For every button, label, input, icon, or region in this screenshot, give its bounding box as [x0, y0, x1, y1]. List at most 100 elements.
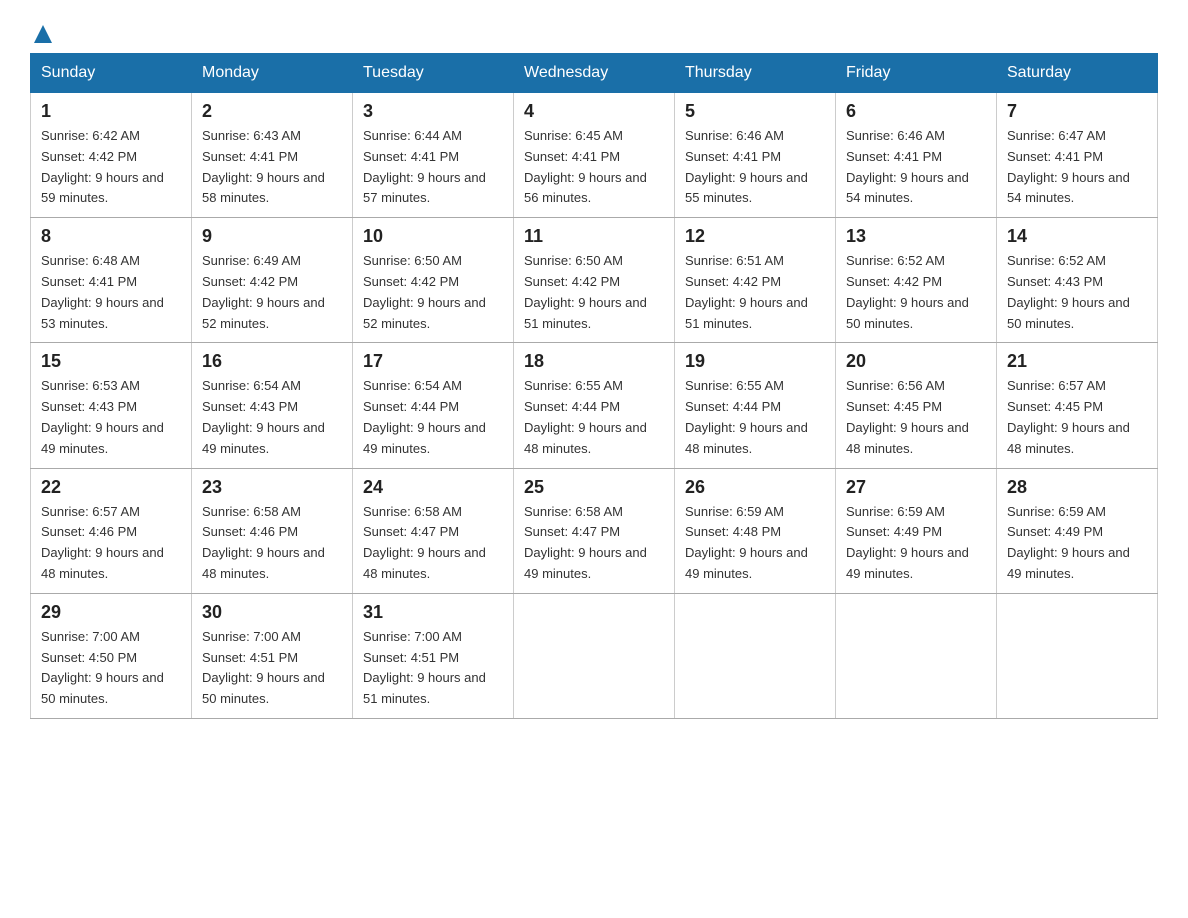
calendar-cell: 20 Sunrise: 6:56 AMSunset: 4:45 PMDayligh… — [836, 343, 997, 468]
day-number: 29 — [41, 602, 181, 623]
calendar-cell: 26 Sunrise: 6:59 AMSunset: 4:48 PMDayligh… — [675, 468, 836, 593]
calendar-cell: 14Sunrise: 6:52 AMSunset: 4:43 PMDayligh… — [997, 218, 1158, 343]
day-number: 10 — [363, 226, 503, 247]
calendar-cell: 19 Sunrise: 6:55 AMSunset: 4:44 PMDayligh… — [675, 343, 836, 468]
day-number: 9 — [202, 226, 342, 247]
calendar-cell: 11Sunrise: 6:50 AMSunset: 4:42 PMDayligh… — [514, 218, 675, 343]
day-info: Sunrise: 6:46 AMSunset: 4:41 PMDaylight:… — [846, 126, 986, 209]
calendar-cell: 6 Sunrise: 6:46 AMSunset: 4:41 PMDaylight… — [836, 93, 997, 218]
day-number: 1 — [41, 101, 181, 122]
day-number: 3 — [363, 101, 503, 122]
calendar-cell: 27 Sunrise: 6:59 AMSunset: 4:49 PMDayligh… — [836, 468, 997, 593]
calendar-cell: 21 Sunrise: 6:57 AMSunset: 4:45 PMDayligh… — [997, 343, 1158, 468]
calendar-cell: 18Sunrise: 6:55 AMSunset: 4:44 PMDayligh… — [514, 343, 675, 468]
day-info: Sunrise: 6:59 AMSunset: 4:48 PMDaylight:… — [685, 502, 825, 585]
day-number: 27 — [846, 477, 986, 498]
header-day-friday: Friday — [836, 54, 997, 93]
calendar-cell — [836, 593, 997, 718]
calendar-cell: 2 Sunrise: 6:43 AMSunset: 4:41 PMDaylight… — [192, 93, 353, 218]
day-info: Sunrise: 6:57 AMSunset: 4:45 PMDaylight:… — [1007, 376, 1147, 459]
calendar-cell: 3 Sunrise: 6:44 AMSunset: 4:41 PMDaylight… — [353, 93, 514, 218]
day-number: 31 — [363, 602, 503, 623]
day-info: Sunrise: 6:49 AMSunset: 4:42 PMDaylight:… — [202, 251, 342, 334]
day-info: Sunrise: 6:55 AMSunset: 4:44 PMDaylight:… — [685, 376, 825, 459]
header-day-tuesday: Tuesday — [353, 54, 514, 93]
day-number: 22 — [41, 477, 181, 498]
header-day-sunday: Sunday — [31, 54, 192, 93]
header-row: SundayMondayTuesdayWednesdayThursdayFrid… — [31, 54, 1158, 93]
calendar-cell: 5 Sunrise: 6:46 AMSunset: 4:41 PMDaylight… — [675, 93, 836, 218]
day-number: 15 — [41, 351, 181, 372]
day-info: Sunrise: 6:52 AMSunset: 4:43 PMDaylight:… — [1007, 251, 1147, 334]
day-number: 19 — [685, 351, 825, 372]
day-number: 13 — [846, 226, 986, 247]
day-info: Sunrise: 6:47 AMSunset: 4:41 PMDaylight:… — [1007, 126, 1147, 209]
day-number: 5 — [685, 101, 825, 122]
day-info: Sunrise: 6:59 AMSunset: 4:49 PMDaylight:… — [1007, 502, 1147, 585]
day-number: 11 — [524, 226, 664, 247]
day-info: Sunrise: 6:48 AMSunset: 4:41 PMDaylight:… — [41, 251, 181, 334]
day-number: 20 — [846, 351, 986, 372]
day-number: 24 — [363, 477, 503, 498]
calendar-cell: 30 Sunrise: 7:00 AMSunset: 4:51 PMDayligh… — [192, 593, 353, 718]
day-info: Sunrise: 6:45 AMSunset: 4:41 PMDaylight:… — [524, 126, 664, 209]
day-info: Sunrise: 7:00 AMSunset: 4:51 PMDaylight:… — [202, 627, 342, 710]
calendar-cell — [514, 593, 675, 718]
day-info: Sunrise: 7:00 AMSunset: 4:51 PMDaylight:… — [363, 627, 503, 710]
day-info: Sunrise: 6:54 AMSunset: 4:43 PMDaylight:… — [202, 376, 342, 459]
header-day-monday: Monday — [192, 54, 353, 93]
day-info: Sunrise: 6:50 AMSunset: 4:42 PMDaylight:… — [363, 251, 503, 334]
calendar-cell: 16 Sunrise: 6:54 AMSunset: 4:43 PMDayligh… — [192, 343, 353, 468]
day-number: 12 — [685, 226, 825, 247]
day-number: 30 — [202, 602, 342, 623]
calendar-cell: 29 Sunrise: 7:00 AMSunset: 4:50 PMDayligh… — [31, 593, 192, 718]
calendar-cell: 8Sunrise: 6:48 AMSunset: 4:41 PMDaylight… — [31, 218, 192, 343]
day-info: Sunrise: 6:51 AMSunset: 4:42 PMDaylight:… — [685, 251, 825, 334]
calendar-body: 1 Sunrise: 6:42 AMSunset: 4:42 PMDaylight… — [31, 93, 1158, 719]
calendar-cell: 4 Sunrise: 6:45 AMSunset: 4:41 PMDaylight… — [514, 93, 675, 218]
calendar-cell: 9 Sunrise: 6:49 AMSunset: 4:42 PMDaylight… — [192, 218, 353, 343]
day-info: Sunrise: 6:54 AMSunset: 4:44 PMDaylight:… — [363, 376, 503, 459]
day-info: Sunrise: 6:58 AMSunset: 4:47 PMDaylight:… — [363, 502, 503, 585]
day-info: Sunrise: 7:00 AMSunset: 4:50 PMDaylight:… — [41, 627, 181, 710]
day-number: 6 — [846, 101, 986, 122]
page-header — [30, 20, 1158, 43]
header-day-saturday: Saturday — [997, 54, 1158, 93]
header-day-wednesday: Wednesday — [514, 54, 675, 93]
week-row-2: 8Sunrise: 6:48 AMSunset: 4:41 PMDaylight… — [31, 218, 1158, 343]
day-number: 4 — [524, 101, 664, 122]
day-number: 2 — [202, 101, 342, 122]
day-number: 17 — [363, 351, 503, 372]
logo-triangle-icon — [34, 25, 52, 43]
day-info: Sunrise: 6:56 AMSunset: 4:45 PMDaylight:… — [846, 376, 986, 459]
calendar-cell: 28 Sunrise: 6:59 AMSunset: 4:49 PMDayligh… — [997, 468, 1158, 593]
calendar-cell: 10 Sunrise: 6:50 AMSunset: 4:42 PMDayligh… — [353, 218, 514, 343]
calendar-table: SundayMondayTuesdayWednesdayThursdayFrid… — [30, 53, 1158, 719]
calendar-cell: 17 Sunrise: 6:54 AMSunset: 4:44 PMDayligh… — [353, 343, 514, 468]
day-number: 23 — [202, 477, 342, 498]
week-row-3: 15Sunrise: 6:53 AMSunset: 4:43 PMDayligh… — [31, 343, 1158, 468]
calendar-cell: 23 Sunrise: 6:58 AMSunset: 4:46 PMDayligh… — [192, 468, 353, 593]
calendar-cell — [675, 593, 836, 718]
calendar-cell — [997, 593, 1158, 718]
logo — [30, 20, 54, 43]
day-number: 26 — [685, 477, 825, 498]
day-info: Sunrise: 6:43 AMSunset: 4:41 PMDaylight:… — [202, 126, 342, 209]
day-info: Sunrise: 6:59 AMSunset: 4:49 PMDaylight:… — [846, 502, 986, 585]
calendar-cell: 15Sunrise: 6:53 AMSunset: 4:43 PMDayligh… — [31, 343, 192, 468]
day-info: Sunrise: 6:46 AMSunset: 4:41 PMDaylight:… — [685, 126, 825, 209]
day-info: Sunrise: 6:58 AMSunset: 4:46 PMDaylight:… — [202, 502, 342, 585]
day-info: Sunrise: 6:57 AMSunset: 4:46 PMDaylight:… — [41, 502, 181, 585]
header-day-thursday: Thursday — [675, 54, 836, 93]
day-number: 28 — [1007, 477, 1147, 498]
day-info: Sunrise: 6:55 AMSunset: 4:44 PMDaylight:… — [524, 376, 664, 459]
week-row-4: 22 Sunrise: 6:57 AMSunset: 4:46 PMDayligh… — [31, 468, 1158, 593]
calendar-cell: 12 Sunrise: 6:51 AMSunset: 4:42 PMDayligh… — [675, 218, 836, 343]
day-info: Sunrise: 6:42 AMSunset: 4:42 PMDaylight:… — [41, 126, 181, 209]
day-info: Sunrise: 6:44 AMSunset: 4:41 PMDaylight:… — [363, 126, 503, 209]
day-number: 7 — [1007, 101, 1147, 122]
day-info: Sunrise: 6:58 AMSunset: 4:47 PMDaylight:… — [524, 502, 664, 585]
day-number: 16 — [202, 351, 342, 372]
day-number: 21 — [1007, 351, 1147, 372]
calendar-cell: 31 Sunrise: 7:00 AMSunset: 4:51 PMDayligh… — [353, 593, 514, 718]
